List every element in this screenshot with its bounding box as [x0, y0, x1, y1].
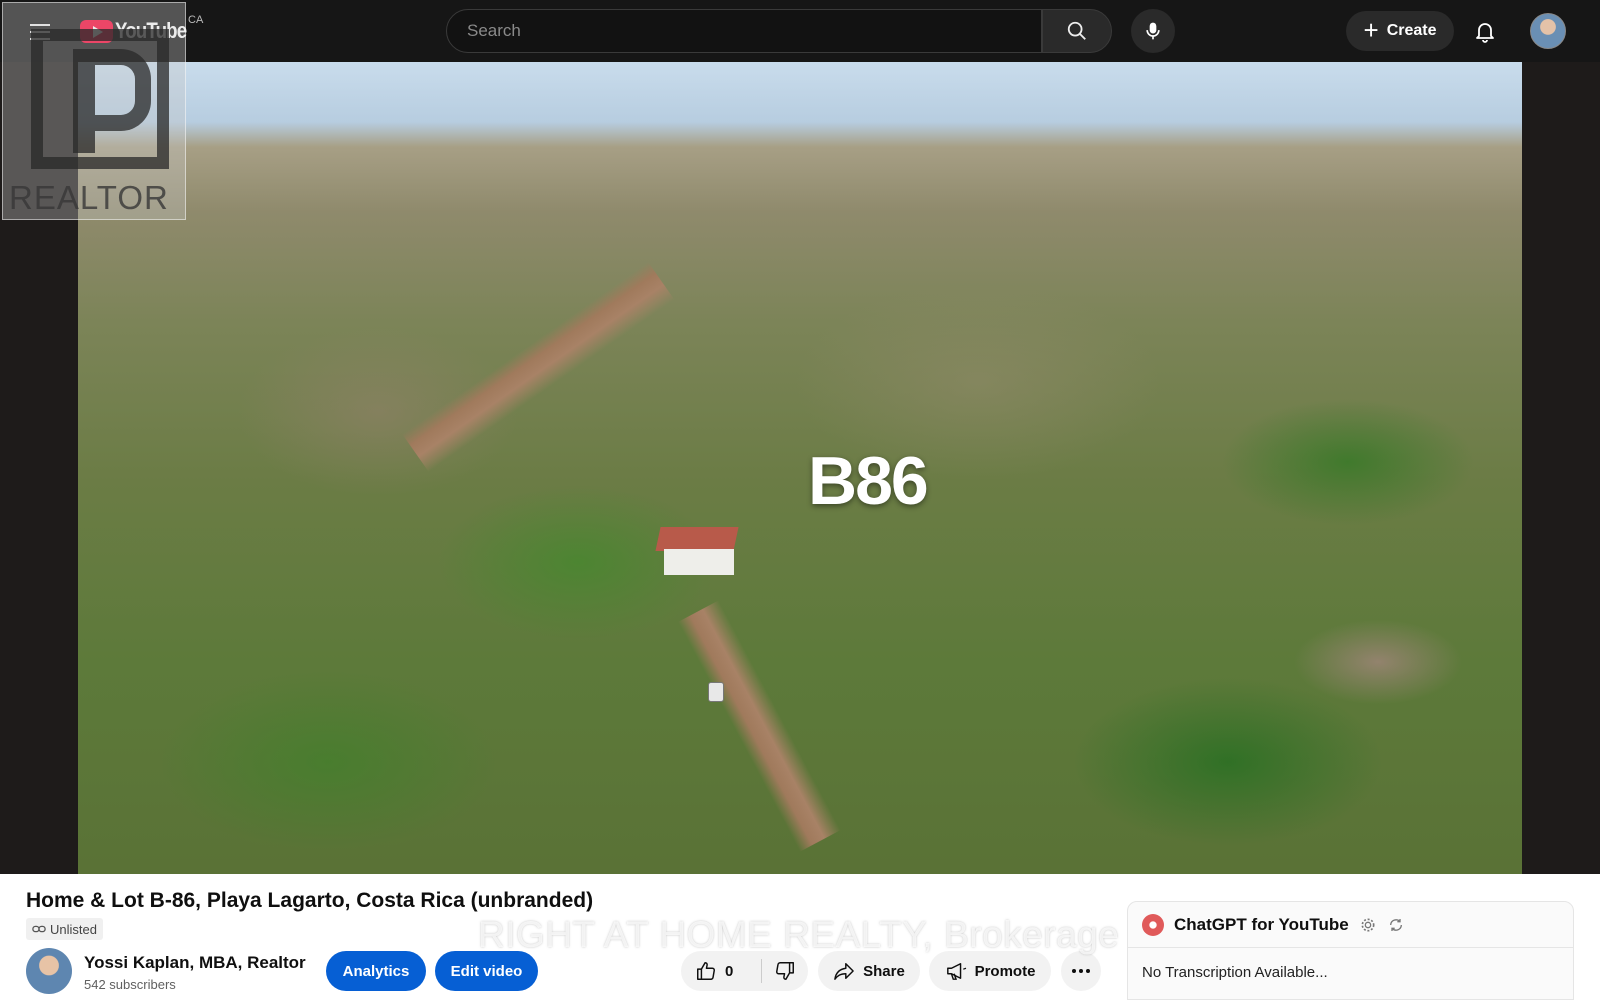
- share-icon: [834, 963, 854, 980]
- dislike-button[interactable]: [762, 951, 808, 991]
- like-count: 0: [725, 962, 734, 980]
- realtor-watermark-text: REALTOR: [9, 179, 169, 216]
- search-button[interactable]: [1042, 9, 1112, 53]
- voice-search-button[interactable]: [1131, 9, 1175, 53]
- lot-overlay-label: B86: [808, 443, 929, 519]
- chatgpt-panel-header[interactable]: ChatGPT for YouTube: [1128, 902, 1573, 948]
- bell-icon: [1476, 23, 1494, 43]
- house-roof: [655, 527, 739, 551]
- subscriber-count: 542 subscribers: [84, 977, 176, 992]
- thumbs-down-icon: [776, 962, 794, 980]
- chatgpt-logo-icon: [1142, 913, 1164, 936]
- search-icon: [1067, 21, 1086, 40]
- plus-icon: +: [1363, 14, 1379, 45]
- settings-icon[interactable]: [1359, 916, 1377, 934]
- create-label: Create: [1386, 22, 1437, 39]
- search-box: [446, 9, 1042, 53]
- channel-name[interactable]: Yossi Kaplan, MBA, Realtor: [84, 953, 306, 973]
- link-icon: [32, 925, 46, 933]
- video-player[interactable]: B86: [78, 62, 1522, 874]
- realtor-watermark: REALTOR: [2, 2, 186, 220]
- like-dislike-group: 0: [681, 951, 808, 991]
- promote-label: Promote: [974, 962, 1036, 980]
- promote-button[interactable]: Promote: [929, 951, 1051, 991]
- mic-icon: [1146, 22, 1160, 40]
- top-bar: YouTube CA + Create: [0, 0, 1600, 62]
- transcription-status: No Transcription Available...: [1142, 964, 1328, 981]
- brokerage-watermark: RIGHT AT HOME REALTY, Brokerage: [478, 914, 1120, 955]
- thumbs-up-icon: [697, 962, 715, 980]
- visibility-badge: Unlisted: [26, 918, 103, 940]
- chatgpt-panel-title: ChatGPT for YouTube: [1174, 914, 1349, 934]
- analytics-button[interactable]: Analytics: [326, 951, 426, 991]
- video-player-area: B86: [0, 62, 1600, 874]
- share-button[interactable]: Share: [818, 951, 920, 991]
- create-button[interactable]: + Create: [1346, 11, 1454, 51]
- channel-avatar[interactable]: [26, 948, 72, 994]
- more-icon: [1072, 969, 1090, 973]
- dirt-road: [402, 262, 675, 472]
- video-title: Home & Lot B-86, Playa Lagarto, Costa Ri…: [26, 889, 594, 912]
- account-avatar[interactable]: [1530, 13, 1566, 49]
- refresh-icon[interactable]: [1387, 916, 1405, 934]
- chatgpt-extension-panel: ChatGPT for YouTube No Transcription Ava…: [1127, 901, 1574, 1000]
- dirt-road: [678, 600, 841, 852]
- region-code: CA: [188, 14, 204, 26]
- megaphone-icon: [946, 963, 966, 980]
- house: [655, 527, 739, 575]
- edit-video-button[interactable]: Edit video: [435, 951, 538, 991]
- more-actions-button[interactable]: [1061, 951, 1101, 991]
- notifications-button[interactable]: [1468, 14, 1502, 48]
- visibility-label: Unlisted: [50, 921, 97, 937]
- search-input[interactable]: [447, 10, 1041, 52]
- like-button[interactable]: 0: [681, 951, 761, 991]
- share-label: Share: [863, 962, 905, 980]
- realtor-r-logo: [31, 29, 169, 169]
- car: [708, 682, 724, 702]
- house-wall: [664, 549, 734, 575]
